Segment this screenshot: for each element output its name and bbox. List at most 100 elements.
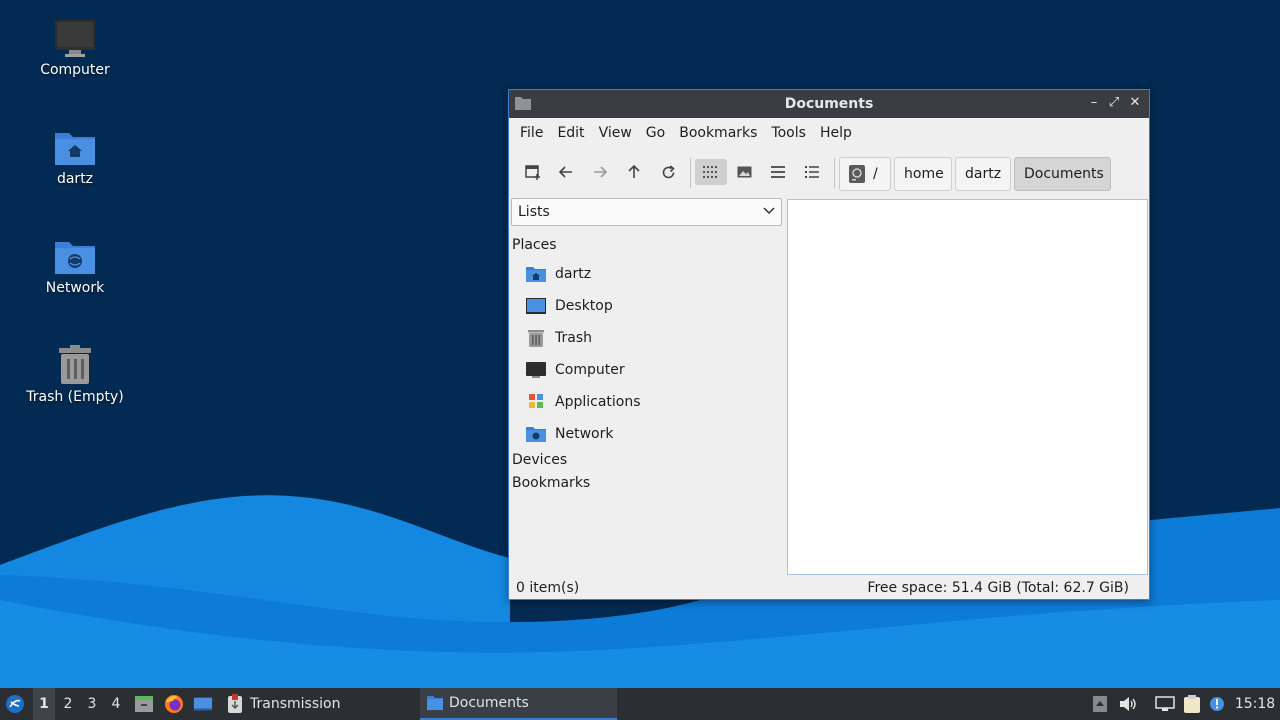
icon-view-icon	[703, 166, 717, 178]
path-segment-label: Documents	[1024, 166, 1104, 182]
trash-icon	[59, 345, 91, 384]
update-icon	[1093, 696, 1107, 712]
clock[interactable]: 15:18	[1233, 688, 1277, 720]
desktop-icon-label: Trash (Empty)	[26, 389, 124, 405]
menu-tools[interactable]: Tools	[764, 125, 813, 141]
firefox-icon	[165, 695, 183, 713]
tray-clipboard[interactable]	[1182, 694, 1202, 714]
quicklaunch-desktop[interactable]	[193, 694, 213, 714]
sidebar-item-dartz[interactable]: dartz	[525, 261, 591, 287]
show-desktop-icon	[193, 697, 213, 711]
clipboard-icon	[1184, 695, 1200, 713]
desktop-icon-label: Network	[45, 280, 105, 296]
sidebar-item-computer[interactable]: Computer	[525, 357, 625, 383]
detailed-list-icon	[805, 166, 819, 178]
quicklaunch-firefox[interactable]	[164, 694, 184, 714]
sidebar-item-label: Trash	[555, 330, 592, 346]
applications-icon	[529, 394, 543, 408]
sidebar-view-select-value: Lists	[518, 204, 550, 220]
taskbar-app-label: Documents	[449, 695, 529, 711]
reload-icon	[662, 164, 675, 178]
file-manager-window: Documents – ⤢ ✕ File Edit View Go Bookma…	[508, 89, 1150, 600]
new-tab-button[interactable]	[519, 159, 547, 185]
forward-icon	[594, 166, 607, 178]
forward-button[interactable]	[586, 159, 614, 185]
reload-button[interactable]	[654, 159, 682, 185]
sidebar-item-label: Applications	[555, 394, 641, 410]
back-button[interactable]	[552, 159, 580, 185]
start-menu-button[interactable]	[5, 694, 25, 714]
detailed-view-button[interactable]	[798, 159, 826, 185]
desktop-icon-trash[interactable]: Trash (Empty)	[20, 345, 130, 405]
sidebar-item-label: dartz	[555, 266, 592, 282]
taskbar-app-transmission[interactable]: Transmission	[226, 688, 416, 720]
menu-file[interactable]: File	[513, 125, 550, 141]
desktop-icon-computer[interactable]: Computer	[20, 18, 130, 78]
minimize-button[interactable]: –	[1085, 94, 1103, 112]
quicklaunch-file-manager[interactable]	[134, 694, 154, 714]
menu-bookmarks[interactable]: Bookmarks	[672, 125, 764, 141]
workspace-3[interactable]: 3	[81, 688, 103, 720]
taskbar-app-documents[interactable]: Documents	[420, 688, 617, 720]
network-folder-icon	[526, 427, 546, 442]
drive-icon	[849, 165, 865, 183]
tray-network[interactable]	[1155, 694, 1175, 714]
notification-icon	[1210, 697, 1224, 711]
sidebar-item-label: Computer	[555, 362, 625, 378]
sidebar-view-select[interactable]: Lists	[511, 198, 782, 226]
close-button[interactable]: ✕	[1126, 94, 1144, 112]
taskbar: 1 2 3 4 Transmission Documents 15:18	[0, 688, 1280, 720]
sidebar-item-network[interactable]: Network	[525, 421, 613, 447]
path-segment-label: home	[904, 166, 944, 182]
home-folder-icon	[526, 267, 546, 282]
path-segment-dartz[interactable]: dartz	[955, 157, 1011, 191]
workspace-1[interactable]: 1	[33, 688, 55, 720]
menu-bar: File Edit View Go Bookmarks Tools Help	[509, 118, 1149, 148]
icon-view-button[interactable]	[695, 159, 727, 185]
sidebar-item-applications[interactable]: Applications	[525, 389, 641, 415]
toolbar-separator	[834, 158, 835, 188]
workspace-4[interactable]: 4	[105, 688, 127, 720]
workspace-2[interactable]: 2	[57, 688, 79, 720]
file-list-area[interactable]	[787, 199, 1148, 575]
tray-notification[interactable]	[1207, 694, 1227, 714]
computer-icon	[526, 362, 546, 378]
volume-icon	[1120, 697, 1136, 711]
menu-view[interactable]: View	[592, 125, 639, 141]
folder-icon	[427, 696, 443, 710]
desktop-icon-home[interactable]: dartz	[20, 127, 130, 187]
sidebar-devices-heading: Devices	[512, 452, 568, 468]
thumbnail-view-button[interactable]	[730, 159, 758, 185]
image-view-icon	[737, 166, 751, 178]
path-segment-documents[interactable]: Documents	[1014, 157, 1111, 191]
file-cabinet-icon	[135, 696, 153, 712]
maximize-button[interactable]: ⤢	[1105, 94, 1123, 112]
sidebar-item-label: Network	[555, 426, 614, 442]
menu-help[interactable]: Help	[813, 125, 859, 141]
path-segment-home[interactable]: home	[894, 157, 952, 191]
tray-volume[interactable]	[1118, 694, 1138, 714]
sidebar-bookmarks-heading: Bookmarks	[512, 475, 591, 491]
path-root-label: /	[873, 166, 878, 182]
menu-go[interactable]: Go	[639, 125, 672, 141]
toolbar-separator	[690, 158, 691, 188]
up-button[interactable]	[620, 159, 648, 185]
trash-icon	[528, 330, 544, 347]
back-icon	[559, 166, 572, 178]
compact-view-button[interactable]	[764, 159, 792, 185]
sidebar-item-desktop[interactable]: Desktop	[525, 293, 613, 319]
window-title: Documents	[784, 96, 874, 112]
sidebar-places-heading: Places	[512, 237, 557, 253]
desktop-icon-network[interactable]: Network	[20, 236, 130, 296]
desktop-icon-label: dartz	[56, 171, 94, 187]
path-root-button[interactable]: /	[839, 157, 891, 191]
chevron-down-icon	[763, 207, 775, 215]
status-item-count: 0 item(s)	[516, 580, 580, 596]
path-segment-label: dartz	[965, 166, 1002, 182]
window-titlebar[interactable]: Documents – ⤢ ✕	[509, 90, 1149, 118]
sidebar-item-trash[interactable]: Trash	[525, 325, 592, 351]
new-tab-icon	[525, 165, 540, 180]
desktop-icon	[526, 298, 546, 314]
tray-updates[interactable]	[1090, 694, 1110, 714]
menu-edit[interactable]: Edit	[550, 125, 591, 141]
